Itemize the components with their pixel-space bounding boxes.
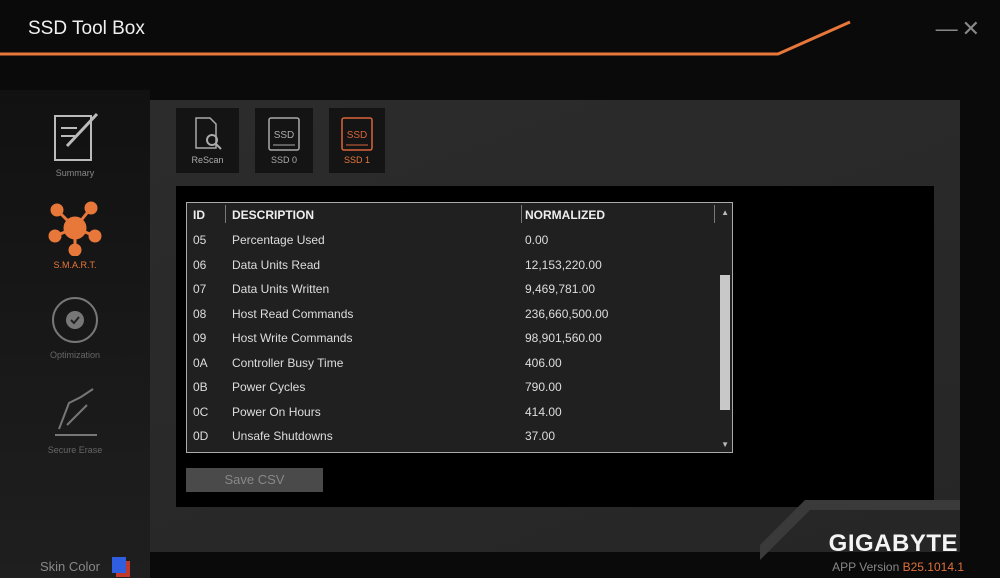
scroll-up-icon[interactable]: ▲ <box>721 208 729 217</box>
rescan-button[interactable]: ReScan <box>176 108 239 173</box>
version-number: B25.1014.1 <box>902 560 964 574</box>
row-id: 06 <box>193 257 207 272</box>
row-description: Power On Hours <box>232 404 321 419</box>
sidebar-item-optimization[interactable]: Optimization <box>20 290 130 360</box>
table-row[interactable]: 0C Power On Hours 414.00 <box>187 400 717 424</box>
sidebar-item-secure-erase[interactable]: Secure Erase <box>20 385 130 455</box>
skin-color-label: Skin Color <box>40 559 100 574</box>
row-normalized: 9,469,781.00 <box>525 282 596 296</box>
button-label: ReScan <box>191 155 224 165</box>
ssd-0-button[interactable]: SSD SSD 0 <box>255 108 313 173</box>
hand-erase-icon <box>55 388 97 436</box>
row-description: Unsafe Shutdowns <box>232 429 333 443</box>
row-id: 08 <box>193 306 207 321</box>
button-label: SSD 1 <box>343 155 370 165</box>
table-row[interactable]: 07 Data Units Written 9,469,781.00 <box>187 277 717 301</box>
row-normalized: 37.00 <box>525 429 556 443</box>
refresh-check-icon <box>52 297 98 343</box>
network-nodes-icon <box>48 201 102 256</box>
sidebar: Summary S.M.A.R.T. Optimization Secure E… <box>0 90 150 578</box>
row-normalized: 12,153,220.00 <box>525 257 602 272</box>
sidebar-item-label: Secure Erase <box>47 445 103 455</box>
sidebar-item-label: Summary <box>55 168 95 178</box>
row-normalized: 414.00 <box>525 404 562 419</box>
column-header-normalized[interactable]: NORMALIZED <box>525 208 605 222</box>
smart-panel: ID DESCRIPTION NORMALIZED 05 Percentage U… <box>176 186 934 507</box>
main-panel: ReScan SSD SSD 0 SSD SSD 1 ID DESCRIPTIO… <box>150 100 960 552</box>
save-csv-button[interactable]: Save CSV <box>186 468 323 492</box>
row-description: Data Units Written <box>232 282 330 296</box>
minimize-button[interactable]: — <box>936 16 962 41</box>
row-normalized: 98,901,560.00 <box>525 331 602 345</box>
table-row[interactable]: 0D Unsafe Shutdowns 37.00 <box>187 424 717 448</box>
ssd-1-button[interactable]: SSD SSD 1 <box>329 108 385 173</box>
window-controls: —✕ <box>936 16 984 42</box>
version-label: APP Version <box>832 560 900 574</box>
gigabyte-logo: GIGABYTE <box>828 530 958 557</box>
sidebar-item-smart[interactable]: S.M.A.R.T. <box>20 200 130 270</box>
row-description: Controller Busy Time <box>232 355 344 370</box>
scrollbar[interactable]: ▲ ▼ <box>718 203 732 452</box>
svg-text:SSD: SSD <box>347 130 368 141</box>
row-id: 0D <box>193 429 209 443</box>
scroll-down-icon[interactable]: ▼ <box>721 440 729 449</box>
accent-line <box>0 20 851 56</box>
table-row[interactable]: 06 Data Units Read 12,153,220.00 <box>187 253 717 277</box>
smart-table: ID DESCRIPTION NORMALIZED 05 Percentage U… <box>186 202 733 453</box>
ssd-icon: SSD <box>268 117 300 151</box>
row-description: Host Read Commands <box>232 306 354 321</box>
table-row[interactable]: 08 Host Read Commands 236,660,500.00 <box>187 302 717 326</box>
app-version: APP Version B25.1014.1 <box>832 560 964 574</box>
column-header-description[interactable]: DESCRIPTION <box>232 208 314 222</box>
row-normalized: 790.00 <box>525 380 562 394</box>
sidebar-item-label: S.M.A.R.T. <box>53 260 97 270</box>
row-id: 0B <box>193 380 208 394</box>
sidebar-item-summary[interactable]: Summary <box>20 108 130 178</box>
ssd-icon: SSD <box>341 117 373 151</box>
table-row[interactable]: 09 Host Write Commands 98,901,560.00 <box>187 326 717 350</box>
table-row[interactable]: 0B Power Cycles 790.00 <box>187 375 717 399</box>
row-normalized: 406.00 <box>525 355 562 370</box>
row-normalized: 236,660,500.00 <box>525 306 609 321</box>
close-button[interactable]: ✕ <box>962 16 984 41</box>
row-description: Host Write Commands <box>232 331 353 345</box>
table-row[interactable]: 05 Percentage Used 0.00 <box>187 228 717 252</box>
column-header-id[interactable]: ID <box>193 208 205 222</box>
row-normalized: 0.00 <box>525 233 549 247</box>
row-id: 0A <box>193 355 208 370</box>
row-id: 09 <box>193 331 207 345</box>
table-row[interactable]: 0A Controller Busy Time 406.00 <box>187 351 717 375</box>
notepad-pen-icon <box>54 112 99 161</box>
scrollbar-thumb[interactable] <box>720 275 730 410</box>
skin-color-swatch[interactable] <box>112 557 130 577</box>
row-description: Power Cycles <box>232 380 306 394</box>
row-id: 0C <box>193 404 209 419</box>
row-description: Percentage Used <box>232 233 325 247</box>
sidebar-item-label: Optimization <box>49 350 101 360</box>
row-id: 05 <box>193 233 207 247</box>
row-description: Data Units Read <box>232 257 321 272</box>
button-label: SSD 0 <box>270 155 297 165</box>
document-search-icon <box>194 117 222 150</box>
row-id: 07 <box>193 282 207 296</box>
svg-text:SSD: SSD <box>274 130 295 141</box>
